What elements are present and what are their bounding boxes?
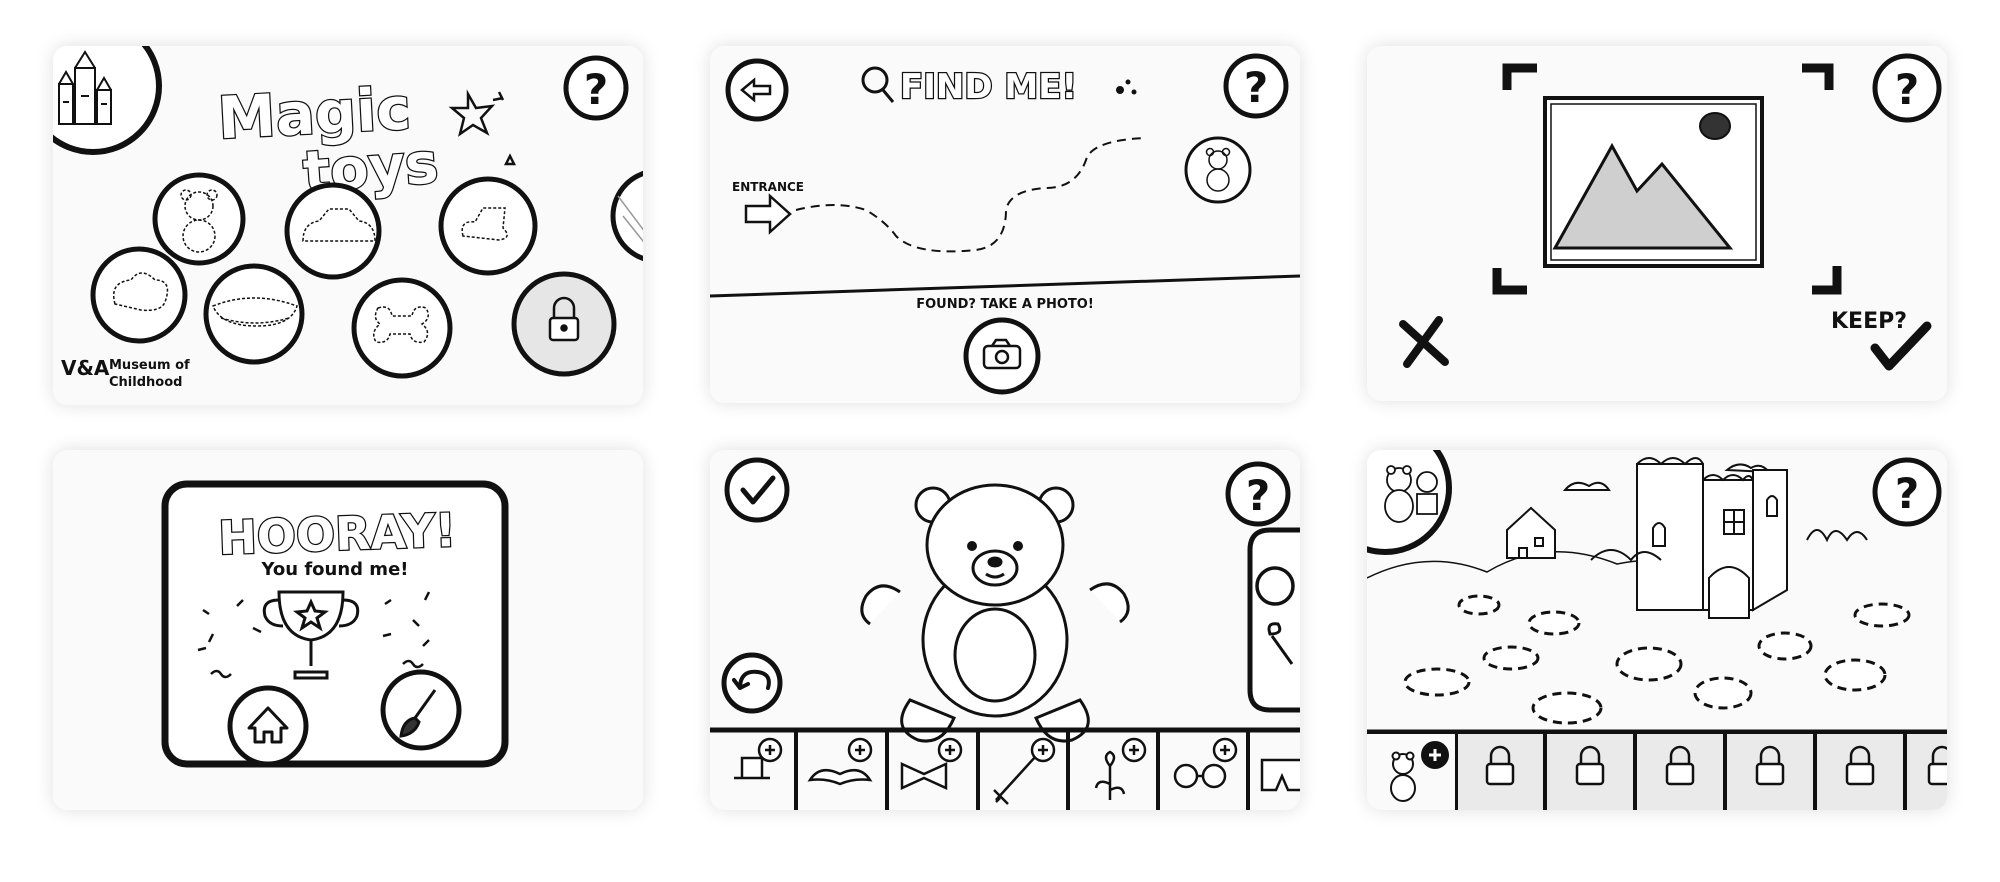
toy-slot-boat[interactable] [203, 263, 305, 365]
help-button[interactable]: ? [1225, 461, 1291, 527]
moustache-icon [807, 768, 873, 786]
help-glyph: ? [1895, 469, 1919, 518]
help-glyph: ? [1895, 65, 1919, 114]
toy-slot-car[interactable] [284, 182, 382, 280]
help-glyph: ? [584, 65, 608, 114]
level-spots [1403, 594, 1911, 725]
tray-item-moustache[interactable] [807, 737, 873, 786]
level-spot[interactable] [1757, 631, 1813, 661]
castle-emblem[interactable] [53, 46, 162, 155]
tray-item-bow-tie[interactable] [900, 737, 963, 790]
entrance-arrow-icon [744, 193, 792, 235]
teddy-bear-illustration [860, 483, 1130, 743]
photo-prompt: FOUND? TAKE A PHOTO! [916, 297, 1094, 312]
help-button[interactable]: ? [1872, 457, 1942, 527]
hooray-title: HOORAY! [217, 503, 456, 565]
level-spot[interactable] [1457, 594, 1501, 616]
tray-slot-bear[interactable] [1367, 734, 1455, 810]
decorate-button[interactable] [380, 669, 462, 751]
glasses-icon [1173, 763, 1199, 789]
back-button[interactable] [725, 58, 789, 122]
toy-slot-locked[interactable] [511, 271, 617, 377]
help-button[interactable]: ? [1223, 53, 1289, 119]
screen-photo-confirm: ? KEEP? [1367, 46, 1947, 401]
colour-swatch-button[interactable] [1255, 566, 1295, 606]
level-spot[interactable] [1693, 676, 1753, 710]
tray-item-glasses[interactable] [1173, 737, 1238, 789]
home-button[interactable] [227, 685, 309, 767]
photo-preview [1543, 96, 1764, 268]
hooray-subtitle: You found me! [261, 559, 409, 580]
help-glyph: ? [1246, 471, 1270, 520]
help-button[interactable]: ? [1872, 53, 1942, 123]
tray-item-flower[interactable] [1094, 737, 1147, 800]
done-button[interactable] [724, 457, 790, 523]
tray-item-shorts[interactable] [1260, 758, 1300, 792]
toy-slot-partial[interactable] [610, 170, 643, 262]
divider-line [710, 274, 1300, 298]
find-me-title: FIND ME! [900, 67, 1077, 107]
friends-emblem[interactable] [1367, 450, 1452, 555]
route-path [795, 137, 1147, 253]
target-bear-marker[interactable] [1184, 136, 1252, 204]
paw-icon [1116, 79, 1137, 95]
toy-slot-bone[interactable] [351, 277, 453, 379]
entrance-label: ENTRANCE [732, 180, 804, 194]
screen-home: Magic toys ? V&A Museum of Childhood [53, 46, 643, 405]
help-glyph: ? [1244, 63, 1268, 112]
undo-button[interactable] [721, 652, 783, 714]
level-spot[interactable] [1615, 646, 1683, 682]
discard-button[interactable] [1399, 316, 1449, 368]
brand-name-line2: Childhood [109, 375, 182, 390]
level-spot[interactable] [1853, 602, 1911, 628]
shorts-icon [1260, 758, 1300, 792]
sparkle-icon [448, 89, 517, 166]
brand-logo: V&A [61, 356, 110, 380]
sword-icon [993, 755, 1037, 805]
close-icon [1399, 316, 1449, 368]
level-spot[interactable] [1527, 610, 1581, 636]
screen-castle-map: ? [1367, 450, 1947, 810]
help-button[interactable]: ? [563, 55, 629, 121]
level-spot[interactable] [1823, 658, 1887, 692]
camera-button[interactable] [963, 317, 1041, 395]
screen-find-me: FIND ME! ? ENTRANCE FOUND? TAKE A PHOTO! [710, 46, 1300, 403]
level-spot[interactable] [1482, 645, 1540, 671]
brand-name-line1: Museum of [109, 358, 190, 373]
keep-label: KEEP? [1831, 309, 1907, 334]
hat-icon [734, 756, 770, 780]
flower-icon [1094, 750, 1126, 800]
toy-slot-cloud[interactable] [90, 246, 188, 344]
magnifier-icon [861, 66, 895, 103]
tray-item-hat[interactable] [734, 737, 783, 780]
bow-tie-icon [900, 762, 948, 790]
screen-hooray: HOORAY! You found me! [53, 450, 643, 810]
level-spot[interactable] [1531, 691, 1603, 725]
tool-panel [1247, 527, 1300, 713]
toy-slot-bear[interactable] [152, 172, 246, 266]
toy-slot-shoe[interactable] [438, 176, 538, 276]
level-spot[interactable] [1403, 667, 1471, 697]
tray-item-sword[interactable] [993, 737, 1056, 805]
screen-dress-up: ? [710, 450, 1300, 810]
